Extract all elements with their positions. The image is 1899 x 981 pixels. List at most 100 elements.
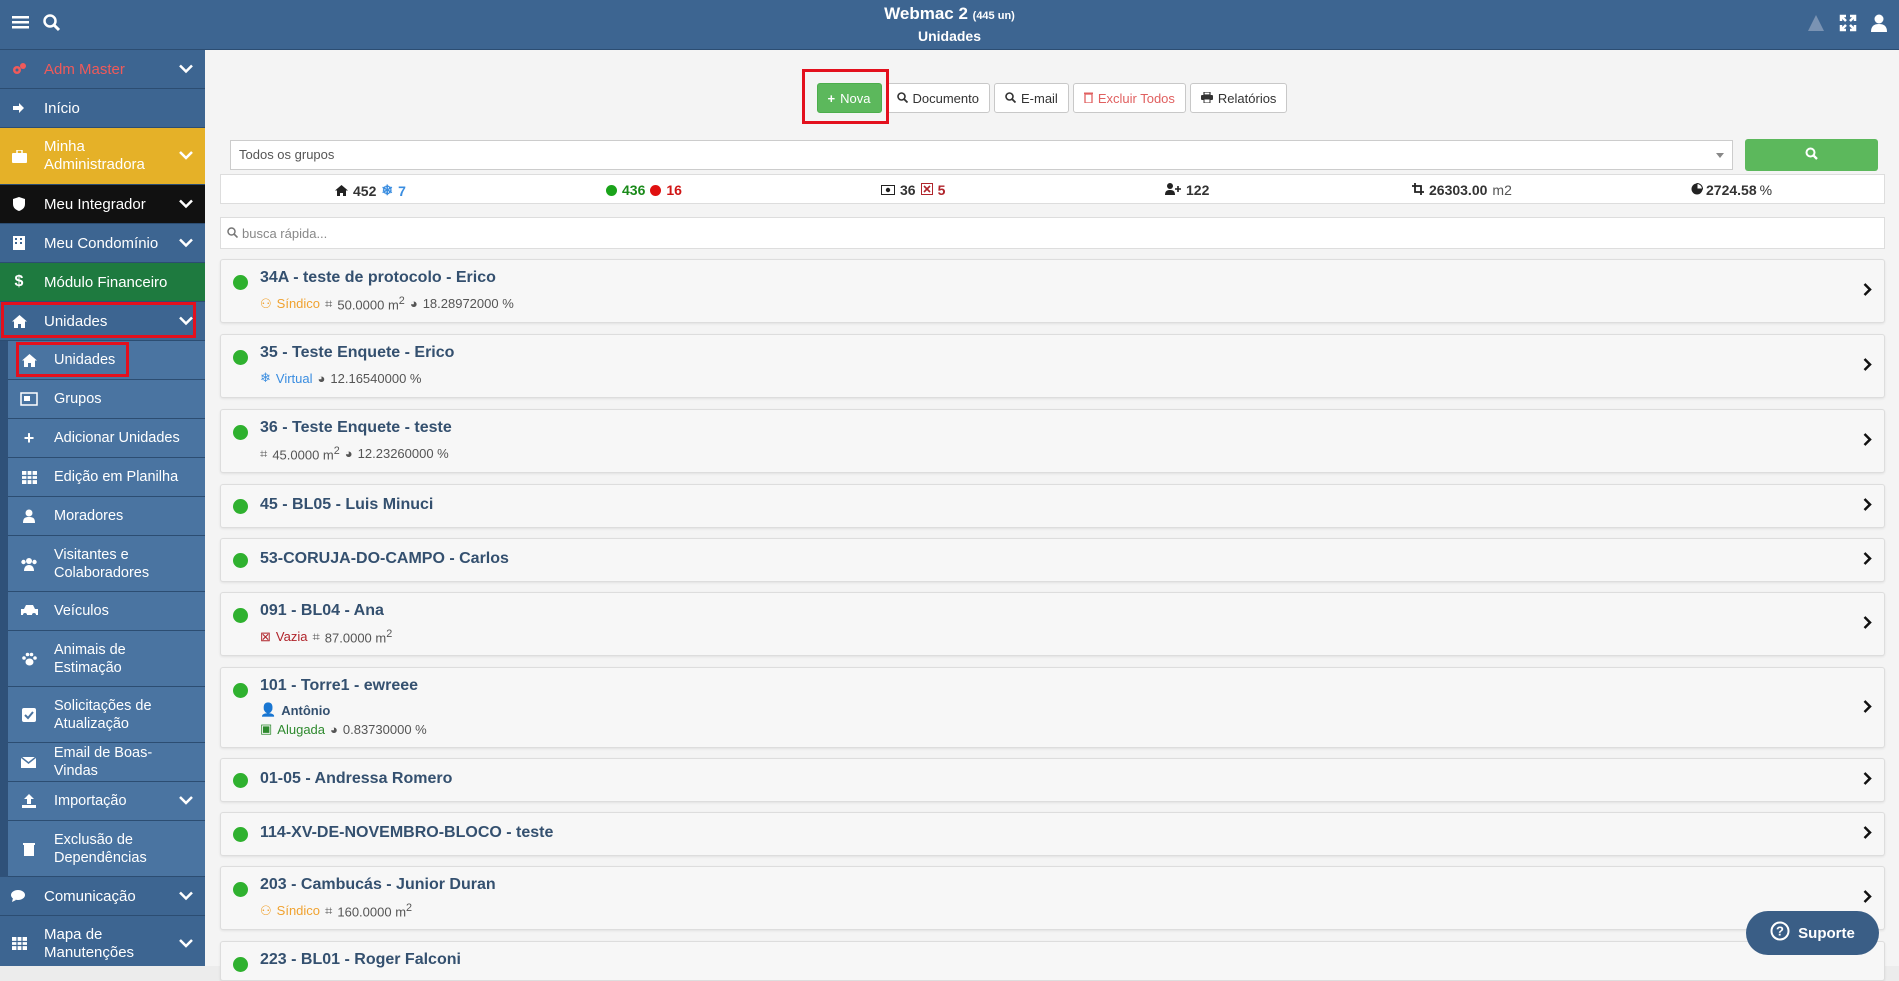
object-group-icon (20, 392, 38, 406)
sidebar-sub-email-boas-vindas[interactable]: Email de Boas-Vindas (8, 743, 205, 782)
unit-fraction: 12.16540000 % (330, 370, 422, 386)
unit-fraction: 0.83730000 % (342, 721, 427, 737)
group-select[interactable]: Todos os grupos (230, 140, 1733, 170)
user-plus-icon: ⚇ (260, 902, 272, 918)
chevron-right-icon[interactable] (1863, 498, 1872, 515)
documento-button[interactable]: Documento (885, 83, 990, 113)
sidebar-sub-moradores[interactable]: Moradores (8, 497, 205, 536)
excluir-todos-button[interactable]: Excluir Todos (1072, 83, 1186, 113)
chevron-right-icon[interactable] (1863, 283, 1872, 300)
money-icon (881, 182, 895, 198)
snowflake-icon: ❄ (260, 370, 271, 385)
sidebar-sub-solicitacoes[interactable]: Solicitações de Atualização (8, 687, 205, 743)
search-button[interactable] (1745, 139, 1878, 171)
crop-icon (1412, 182, 1424, 198)
sidebar-sub-unidades[interactable]: Unidades (8, 341, 205, 380)
sidebar-item-comunicacao[interactable]: Comunicação (0, 877, 205, 916)
unit-row[interactable]: 01-05 - Andressa Romero (220, 758, 1885, 802)
table-icon (20, 470, 38, 484)
unidades-submenu: Unidades Grupos + Adicionar Unidades Ediç… (0, 341, 205, 877)
unit-name: 53-CORUJA-DO-CAMPO - Carlos (260, 550, 509, 567)
sidebar-item-mapa-manutencoes[interactable]: Mapa de Manutenções (0, 916, 205, 966)
sidebar-item-meu-integrador[interactable]: Meu Integrador (0, 185, 205, 224)
crop-icon: ⌗ (325, 295, 333, 311)
search-icon (896, 91, 908, 106)
close-box-icon (920, 182, 933, 198)
sidebar-sub-importacao[interactable]: Importação (8, 782, 205, 821)
unit-row[interactable]: 101 - Torre1 - ewreee 👤 Antônio ▣ Alugada … (220, 667, 1885, 748)
sidebar-item-modulo-financeiro[interactable]: $ Módulo Financeiro (0, 263, 205, 302)
sidebar-sub-veiculos[interactable]: Veículos (8, 592, 205, 631)
unit-fraction: 12.23260000 % (357, 446, 449, 462)
stat-vacancy: 36 5 (881, 182, 945, 198)
chevron-right-icon[interactable] (1863, 826, 1872, 843)
sidebar-item-minha-administradora[interactable]: Minha Administradora (0, 128, 205, 185)
sidebar-sub-visitantes[interactable]: Visitantes e Colaboradores (8, 536, 205, 592)
stat-vacant-a-value: 36 (900, 182, 916, 198)
chevron-down-icon (179, 935, 193, 953)
chevron-right-icon[interactable] (1863, 433, 1872, 450)
quick-search-input[interactable]: busca rápida... (220, 217, 1885, 249)
upload-icon (20, 794, 38, 808)
unit-name: 114-XV-DE-NOVEMBRO-BLOCO - teste (260, 824, 554, 841)
unit-row[interactable]: 45 - BL05 - Luis Minuci (220, 484, 1885, 528)
close-box-icon: ⊠ (260, 628, 271, 644)
user-plus-icon (1165, 182, 1181, 198)
unit-row[interactable]: 114-XV-DE-NOVEMBRO-BLOCO - teste (220, 812, 1885, 856)
chevron-right-icon[interactable] (1863, 772, 1872, 789)
chevron-right-icon[interactable] (1863, 358, 1872, 375)
snowflake-icon: ❄ (381, 182, 394, 198)
status-dot-icon (233, 425, 248, 440)
page-subtitle: Unidades (917, 28, 981, 44)
crop-icon: ⌗ (260, 445, 268, 461)
sidebar-sub-adicionar-unidades[interactable]: + Adicionar Unidades (8, 419, 205, 458)
relatorios-button[interactable]: Relatórios (1189, 83, 1288, 113)
sidebar-sub-exclusao[interactable]: Exclusão de Dependências (8, 821, 205, 877)
stat-residents: 122 (1165, 182, 1209, 198)
sidebar-item-inicio[interactable]: Início (0, 89, 205, 128)
unit-row[interactable]: 36 - Teste Enquete - teste ⌗ 45.0000 m2 ◕… (220, 409, 1885, 473)
unit-tag: Alugada (277, 721, 326, 737)
relatorios-label: Relatórios (1217, 90, 1277, 106)
sidebar-sub-grupos[interactable]: Grupos (8, 380, 205, 419)
unit-row[interactable]: 53-CORUJA-DO-CAMPO - Carlos (220, 538, 1885, 582)
unit-row[interactable]: 091 - BL04 - Ana ⊠ Vazia ⌗ 87.0000 m2 (220, 592, 1885, 656)
unit-area-sup: 2 (386, 628, 393, 640)
fullscreen-icon[interactable] (1839, 14, 1857, 35)
stat-area-unit: m2 (1492, 182, 1512, 198)
chevron-right-icon[interactable] (1863, 616, 1872, 633)
sidebar-item-adm-master[interactable]: Adm Master (0, 50, 205, 89)
stat-fraction-unit: % (1759, 182, 1773, 198)
main-content: + Nova Documento E-mail Excluir Todos Rel… (205, 50, 1899, 981)
sidebar-item-unidades[interactable]: Unidades (0, 302, 205, 341)
sidebar-item-label: Animais de Estimação (54, 641, 126, 676)
chevron-right-icon[interactable] (1863, 699, 1872, 716)
sidebar-item-label: Adm Master (44, 60, 125, 78)
status-dot-icon (233, 957, 248, 972)
sidebar-sub-edicao-planilha[interactable]: Edição em Planilha (8, 458, 205, 497)
red-dot-icon (650, 184, 662, 196)
search-icon (227, 226, 239, 241)
green-dot-icon (606, 184, 617, 196)
status-dot-icon (233, 882, 248, 897)
unit-row[interactable]: 203 - Cambucás - Junior Duran ⚇ Síndico ⌗… (220, 866, 1885, 930)
unit-row[interactable]: 223 - BL01 - Roger Falconi (220, 941, 1885, 981)
unit-row[interactable]: 35 - Teste Enquete - Erico ❄ Virtual ◕ 12.… (220, 334, 1885, 398)
unit-name: 203 - Cambucás - Junior Duran (260, 876, 496, 893)
email-button[interactable]: E-mail (993, 83, 1069, 113)
quick-search-placeholder: busca rápida... (242, 225, 328, 241)
chevron-right-icon[interactable] (1863, 552, 1872, 569)
unit-row[interactable]: 34A - teste de protocolo - Erico ⚇ Síndic… (220, 259, 1885, 323)
unit-name: 01-05 - Andressa Romero (260, 770, 453, 787)
user-plus-icon: ⚇ (260, 295, 272, 311)
unit-meta: ⚇ Síndico ⌗ 160.0000 m2 (260, 902, 412, 919)
search-icon (1005, 91, 1017, 106)
stat-fraction-value: 2724.58 (1706, 182, 1757, 198)
sidebar-item-meu-condominio[interactable]: Meu Condomínio (0, 224, 205, 263)
warning-icon[interactable] (1807, 14, 1825, 35)
sidebar-sub-animais[interactable]: Animais de Estimação (8, 631, 205, 687)
nova-button[interactable]: + Nova (816, 83, 882, 113)
user-icon[interactable] (1871, 14, 1887, 35)
chevron-right-icon[interactable] (1863, 890, 1872, 907)
support-button[interactable]: ? Suporte (1746, 911, 1879, 955)
